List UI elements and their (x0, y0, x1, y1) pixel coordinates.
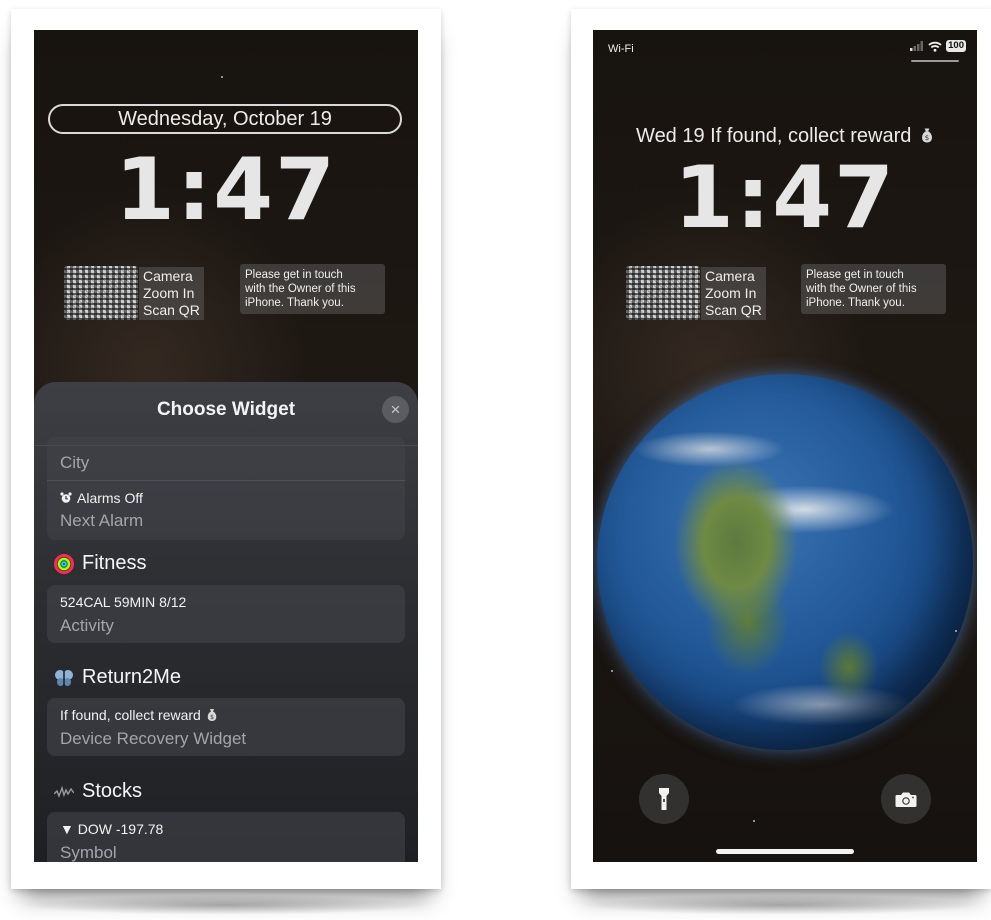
reward-line: If found, collect reward $ (60, 707, 218, 723)
status-icons: 100 (910, 40, 966, 52)
qr-line-1: Camera (705, 267, 755, 284)
stock-value: ▼ DOW -197.78 (60, 821, 164, 837)
close-button[interactable]: × (382, 396, 409, 423)
qr-line-2: Zoom In (705, 284, 757, 301)
camera-button[interactable] (881, 774, 931, 824)
star (611, 670, 613, 672)
qr-line-1: Camera (143, 267, 193, 284)
fitness-section-title: Fitness (54, 552, 146, 575)
battery-icon: 100 (946, 40, 966, 52)
camera-icon (895, 792, 917, 807)
next-alarm-widget[interactable]: Alarms Off (60, 490, 143, 506)
alarm-status-text: Alarms Off (77, 490, 143, 506)
return2me-section-title: Return2Me (54, 666, 181, 689)
stock-chart-icon (54, 785, 74, 798)
qr-widget[interactable]: Camera Zoom In Scan QR (64, 266, 204, 320)
earth-wallpaper-image (597, 374, 973, 750)
signal-bars-icon (910, 41, 924, 51)
star (221, 76, 223, 78)
money-bag-icon: $ (921, 128, 932, 143)
clock-time[interactable]: 1:47 (34, 140, 418, 240)
date-info-line[interactable]: Wed 19 If found, collect reward $ (593, 125, 977, 148)
left-photo-frame: Wednesday, October 19 1:47 Camera Zoom I… (11, 9, 441, 915)
owner-message-line-1: Please get in touch (245, 269, 343, 281)
money-bag-icon: $ (207, 709, 217, 721)
city-widget-label[interactable]: City (60, 453, 89, 473)
date-info-text: Wed 19 If found, collect reward (636, 125, 912, 147)
return2me-title-text: Return2Me (82, 666, 181, 688)
owner-message-line-1: Please get in touch (806, 269, 904, 281)
control-center-indicator (911, 60, 959, 62)
owner-message-line-3: iPhone. Thank you. (245, 297, 344, 309)
qr-code-image (626, 266, 700, 320)
star (955, 630, 957, 632)
owner-message-line-3: iPhone. Thank you. (806, 297, 905, 309)
owner-message-line-2: with the Owner of this (806, 283, 917, 295)
lock-screen: Wi-Fi 100 Wed 19 If found, collect rewar… (593, 30, 977, 862)
qr-line-2: Zoom In (143, 284, 195, 301)
activity-values: 524CAL 59MIN 8/12 (60, 594, 187, 610)
qr-widget-text: Camera Zoom In Scan QR (139, 266, 204, 320)
lock-screen-editing: Wednesday, October 19 1:47 Camera Zoom I… (34, 30, 418, 862)
reward-text: If found, collect reward (60, 707, 201, 723)
flashlight-button[interactable] (639, 774, 689, 824)
stock-label: Symbol (60, 843, 117, 862)
flashlight-icon (659, 788, 669, 810)
date-widget-slot[interactable]: Wednesday, October 19 (48, 104, 402, 134)
qr-widget[interactable]: Camera Zoom In Scan QR (626, 266, 766, 320)
owner-message-widget[interactable]: Please get in touch with the Owner of th… (801, 264, 946, 314)
fitness-activity-widget[interactable]: 524CAL 59MIN 8/12 Activity (47, 585, 405, 643)
clock-time: 1:47 (674, 148, 896, 248)
device-recovery-widget[interactable]: If found, collect reward $ Device Recove… (47, 698, 405, 756)
right-photo-frame: Wi-Fi 100 Wed 19 If found, collect rewar… (571, 9, 991, 915)
wifi-icon (928, 41, 942, 52)
star (753, 820, 755, 822)
owner-message-widget[interactable]: Please get in touch with the Owner of th… (240, 264, 385, 314)
qr-line-3: Scan QR (143, 301, 200, 318)
choose-widget-sheet: Choose Widget × City Alarms Off Next Ala… (34, 382, 418, 862)
fitness-title-text: Fitness (82, 552, 147, 574)
svg-text:$: $ (210, 714, 214, 721)
butterfly-icon (55, 669, 73, 686)
owner-message-line-2: with the Owner of this (245, 283, 356, 295)
next-alarm-label: Next Alarm (60, 511, 144, 530)
svg-text:$: $ (925, 134, 929, 142)
clock-widget-card: City Alarms Off Next Alarm (47, 437, 405, 540)
qr-widget-text: Camera Zoom In Scan QR (701, 266, 766, 320)
sheet-title: Choose Widget (156, 399, 296, 420)
activity-rings-icon (54, 553, 74, 574)
carrier-label: Wi-Fi (608, 43, 634, 55)
stocks-section-title: Stocks (54, 780, 142, 803)
close-icon: × (390, 400, 401, 419)
alarm-clock-icon (60, 492, 72, 503)
stock-symbol-widget[interactable]: ▼ DOW -197.78 Symbol (47, 812, 405, 862)
home-indicator[interactable] (716, 849, 854, 854)
device-recovery-label: Device Recovery Widget (60, 729, 247, 748)
activity-label: Activity (60, 616, 114, 635)
stocks-title-text: Stocks (82, 780, 143, 802)
qr-code-image (64, 266, 138, 320)
qr-line-3: Scan QR (705, 301, 762, 318)
card-separator (47, 480, 405, 481)
